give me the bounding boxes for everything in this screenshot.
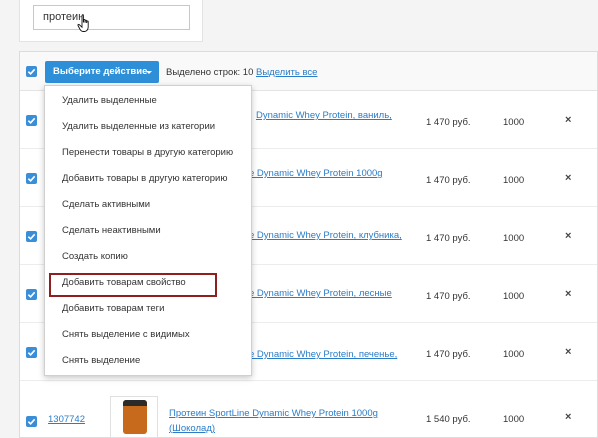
- menu-item-delete-from-category[interactable]: Удалить выделенные из категории: [45, 114, 251, 140]
- delete-icon[interactable]: ×: [565, 230, 571, 242]
- checkmark-icon: [27, 68, 36, 76]
- menu-item-make-active[interactable]: Сделать активными: [45, 192, 251, 218]
- checkmark-icon: [27, 291, 36, 299]
- actions-dropdown-menu: Удалить выделенные Удалить выделенные из…: [44, 85, 252, 376]
- product-quantity: 1000: [503, 117, 525, 128]
- checkmark-icon: [27, 418, 36, 426]
- delete-icon[interactable]: ×: [565, 346, 571, 358]
- row-checkbox[interactable]: [26, 231, 37, 242]
- checkmark-icon: [27, 117, 36, 125]
- table-row[interactable]: 1307742 Протеин SportLine Dynamic Whey P…: [20, 381, 597, 438]
- menu-item-add-to-category[interactable]: Добавить товары в другую категорию: [45, 166, 251, 192]
- product-quantity: 1000: [503, 349, 525, 360]
- product-price: 1 470 руб.: [426, 233, 471, 244]
- selected-rows-label: Выделено строк:: [166, 67, 241, 78]
- product-name-line1: Протеин SportLine Dynamic Whey Protein 1…: [169, 408, 378, 419]
- delete-icon[interactable]: ×: [565, 172, 571, 184]
- checkmark-icon: [27, 349, 36, 357]
- product-quantity: 1000: [503, 233, 525, 244]
- delete-icon[interactable]: ×: [565, 114, 571, 126]
- select-all-checkbox[interactable]: [26, 66, 37, 77]
- checkmark-icon: [27, 175, 36, 183]
- hand-cursor-icon: [77, 14, 89, 32]
- product-name-line2: (Шоколад): [169, 423, 216, 434]
- row-checkbox[interactable]: [26, 115, 37, 126]
- menu-item-add-property[interactable]: Добавить товарам свойство: [45, 270, 251, 296]
- delete-icon[interactable]: ×: [565, 288, 571, 300]
- menu-item-delete-selected[interactable]: Удалить выделенные: [45, 88, 251, 114]
- product-price: 1 540 руб.: [426, 414, 471, 425]
- choose-action-label: Выберите действие: [53, 66, 148, 77]
- select-all-link[interactable]: Выделить все: [256, 67, 317, 78]
- product-quantity: 1000: [503, 291, 525, 302]
- delete-icon[interactable]: ×: [565, 411, 571, 423]
- menu-item-move-to-category[interactable]: Перенести товары в другую категорию: [45, 140, 251, 166]
- product-quantity: 1000: [503, 414, 525, 425]
- product-thumbnail: [110, 396, 158, 438]
- product-price: 1 470 руб.: [426, 291, 471, 302]
- menu-item-make-inactive[interactable]: Сделать неактивными: [45, 218, 251, 244]
- product-package-cap: [123, 400, 147, 406]
- row-checkbox[interactable]: [26, 173, 37, 184]
- selected-rows-count: 10: [242, 67, 254, 78]
- checkmark-icon: [27, 233, 36, 241]
- menu-item-create-copy[interactable]: Создать копию: [45, 244, 251, 270]
- menu-item-add-tags[interactable]: Добавить товарам теги: [45, 296, 251, 322]
- selection-info: Выделено строк: 10 Выделить все: [166, 67, 317, 78]
- product-id-link[interactable]: 1307742: [48, 414, 85, 425]
- product-name-link[interactable]: Протеин SportLine Dynamic Whey Protein 1…: [169, 406, 429, 436]
- search-panel: протеин: [19, 0, 203, 42]
- row-checkbox[interactable]: [26, 289, 37, 300]
- choose-action-button[interactable]: Выберите действие: [45, 61, 159, 83]
- chevron-down-icon: [146, 71, 152, 74]
- product-quantity: 1000: [503, 175, 525, 186]
- product-price: 1 470 руб.: [426, 349, 471, 360]
- search-input[interactable]: протеин: [33, 5, 190, 30]
- row-checkbox[interactable]: [26, 347, 37, 358]
- product-price: 1 470 руб.: [426, 175, 471, 186]
- product-price: 1 470 руб.: [426, 117, 471, 128]
- menu-item-deselect-all[interactable]: Снять выделение: [45, 348, 251, 374]
- row-checkbox[interactable]: [26, 416, 37, 427]
- menu-item-deselect-visible[interactable]: Снять выделение с видимых: [45, 322, 251, 348]
